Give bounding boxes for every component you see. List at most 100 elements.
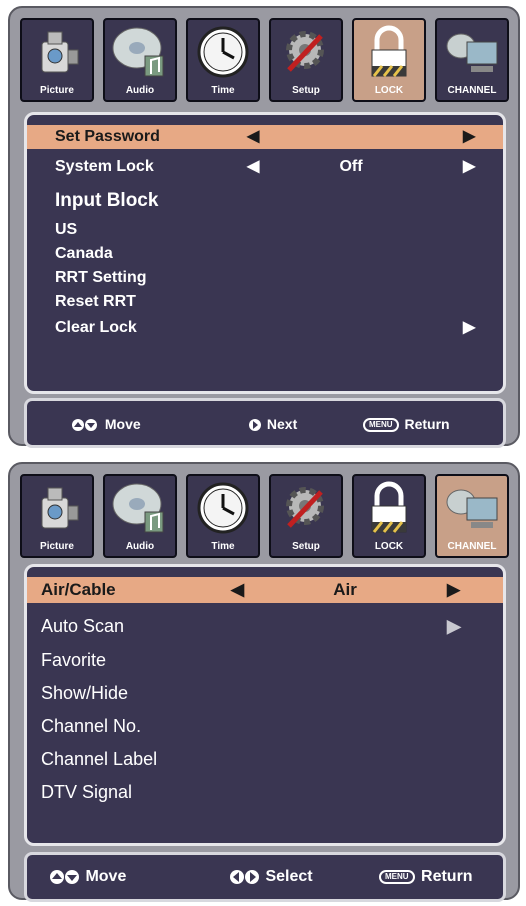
tab-channel[interactable]: CHANNEL	[435, 474, 509, 558]
tab-label: Picture	[40, 85, 74, 96]
camera-icon	[41, 31, 79, 73]
tab-label: LOCK	[374, 85, 404, 96]
return-hint: MENU Return	[363, 416, 450, 433]
tab-channel[interactable]: CHANNEL	[435, 18, 509, 102]
camera-icon	[41, 487, 79, 529]
lock-menu-footer: Move Next MENU Return	[24, 398, 506, 448]
next-label: Next	[266, 416, 298, 432]
menu-item-label: Favorite	[41, 650, 107, 670]
menu-row-clear-lock[interactable]: Clear Lock ▶	[27, 317, 503, 339]
return-label: Return	[421, 868, 473, 885]
system-lock-value: Off	[339, 158, 363, 175]
tab-label: Time	[211, 541, 235, 552]
padlock-icon	[371, 481, 407, 533]
tab-audio[interactable]: Audio	[103, 474, 177, 558]
tab-lock[interactable]: LOCK	[352, 18, 426, 102]
up-down-arrows-icon	[72, 419, 97, 432]
arrow-right-icon[interactable]: ▶	[463, 155, 475, 179]
tab-lock[interactable]: LOCK	[352, 474, 426, 558]
menu-tab-bar: Picture Audio Time Setup LOCK CHANNEL	[20, 18, 512, 104]
menu-tab-bar: Picture Audio Time Setup LOCK CHANNEL	[20, 474, 512, 560]
menu-item-label: Channel No.	[41, 716, 142, 736]
menu-row-input-block[interactable]: Input Block	[27, 187, 503, 215]
menu-row-set-password[interactable]: Set Password ◀ ▶	[27, 125, 503, 149]
satellite-computer-icon	[446, 33, 498, 72]
menu-row-rrt-setting[interactable]: RRT Setting	[27, 267, 503, 289]
menu-item-label: DTV Signal	[41, 782, 133, 802]
menu-item-label: Input Block	[55, 190, 159, 211]
audio-disc-icon	[112, 27, 164, 77]
arrow-right-icon[interactable]: ▶	[463, 317, 475, 339]
move-label: Move	[104, 416, 141, 432]
menu-row-us[interactable]: US	[27, 219, 503, 241]
menu-item-label: Channel Label	[41, 749, 158, 769]
tab-picture[interactable]: Picture	[20, 474, 94, 558]
select-label: Select	[265, 868, 313, 885]
menu-item-label: Air/Cable	[41, 580, 116, 599]
up-down-arrows-icon	[50, 869, 79, 884]
clock-icon	[197, 482, 249, 534]
tab-label: CHANNEL	[447, 85, 497, 96]
return-hint: MENU Return	[379, 868, 473, 886]
menu-item-label: Canada	[55, 245, 113, 262]
arrow-right-icon[interactable]: ▶	[447, 577, 460, 603]
menu-row-dtv-signal[interactable]: DTV Signal	[27, 779, 503, 805]
tab-time[interactable]: Time	[186, 18, 260, 102]
menu-item-label: Clear Lock	[55, 319, 137, 336]
tab-picture[interactable]: Picture	[20, 18, 94, 102]
tab-label: CHANNEL	[447, 541, 497, 552]
menu-key-icon: MENU	[363, 418, 399, 433]
menu-row-channel-label[interactable]: Channel Label	[27, 746, 503, 772]
tab-time[interactable]: Time	[186, 474, 260, 558]
menu-item-label: Reset RRT	[55, 293, 136, 310]
menu-key-icon: MENU	[379, 869, 415, 884]
air-cable-value: Air	[333, 580, 357, 599]
menu-item-label: US	[55, 221, 78, 238]
right-arrow-circle-icon	[249, 419, 261, 432]
menu-row-auto-scan[interactable]: Auto Scan ▶	[27, 613, 503, 639]
audio-disc-icon	[112, 483, 164, 533]
arrow-left-icon[interactable]: ◀	[231, 577, 244, 603]
tab-label: Audio	[125, 85, 155, 96]
menu-row-show-hide[interactable]: Show/Hide	[27, 680, 503, 706]
tab-audio[interactable]: Audio	[103, 18, 177, 102]
tab-label: Setup	[292, 85, 320, 96]
channel-menu-footer: Move Select MENU Return	[24, 852, 506, 902]
arrow-left-icon[interactable]: ◀	[247, 155, 259, 179]
tab-label: Picture	[40, 541, 74, 552]
arrow-right-icon[interactable]: ▶	[463, 125, 475, 149]
padlock-icon	[371, 25, 407, 77]
menu-row-canada[interactable]: Canada	[27, 243, 503, 265]
left-right-arrows-icon	[230, 869, 259, 884]
menu-item-label: RRT Setting	[55, 269, 147, 286]
menu-item-label: Show/Hide	[41, 683, 129, 703]
menu-item-label: Set Password	[55, 128, 160, 145]
menu-row-channel-no[interactable]: Channel No.	[27, 713, 503, 739]
channel-menu-list: Air/Cable ◀ Air ▶ Auto Scan ▶ Favorite S…	[24, 564, 506, 846]
tab-label: Setup	[292, 541, 320, 552]
menu-row-air-cable[interactable]: Air/Cable ◀ Air ▶	[27, 577, 503, 603]
tab-setup[interactable]: Setup	[269, 18, 343, 102]
move-hint: Move	[71, 416, 141, 432]
arrow-left-icon[interactable]: ◀	[247, 125, 259, 149]
menu-item-label: Auto Scan	[41, 616, 125, 636]
select-hint: Select	[229, 868, 313, 886]
next-hint: Next	[247, 416, 297, 432]
lock-menu-panel: Picture Audio Time Setup LOCK CHANNEL Se…	[8, 6, 520, 448]
tab-setup[interactable]: Setup	[269, 474, 343, 558]
lock-menu-list: Set Password ◀ ▶ System Lock ◀ Off ▶ Inp…	[24, 112, 506, 394]
menu-row-favorite[interactable]: Favorite	[27, 647, 503, 673]
menu-row-system-lock[interactable]: System Lock ◀ Off ▶	[27, 155, 503, 179]
gear-wrench-icon	[286, 31, 324, 72]
move-hint: Move	[49, 868, 126, 886]
satellite-computer-icon	[446, 489, 498, 528]
tab-label: Audio	[125, 541, 155, 552]
menu-row-reset-rrt[interactable]: Reset RRT	[27, 291, 503, 313]
arrow-right-icon[interactable]: ▶	[447, 613, 461, 639]
move-label: Move	[85, 868, 127, 885]
channel-menu-panel: Picture Audio Time Setup LOCK CHANNEL Ai…	[8, 462, 520, 902]
tab-label: LOCK	[374, 541, 404, 552]
tab-label: Time	[211, 85, 235, 96]
menu-item-label: System Lock	[55, 158, 154, 175]
clock-icon	[197, 26, 249, 78]
